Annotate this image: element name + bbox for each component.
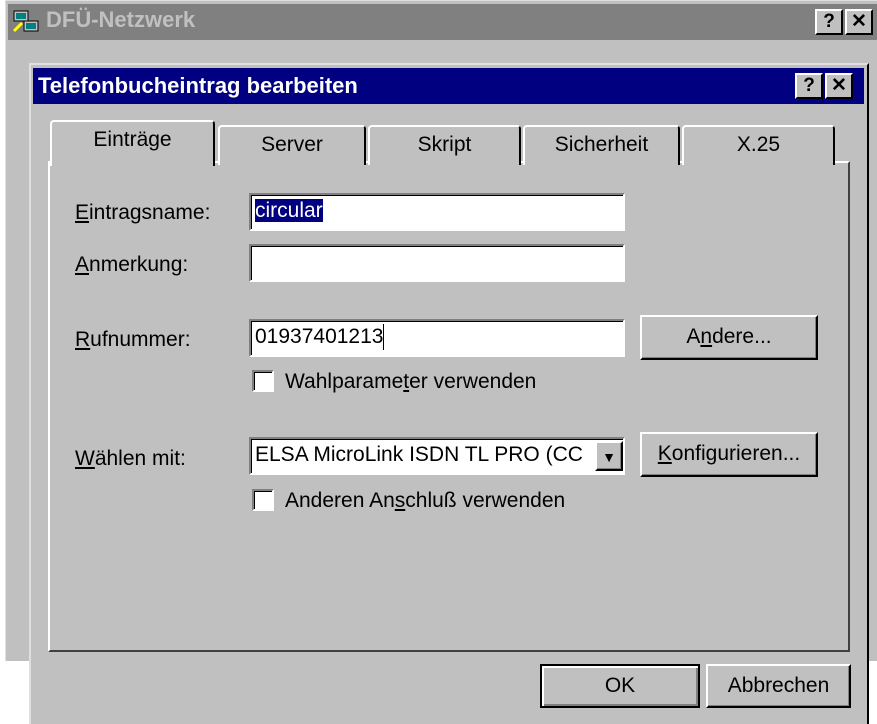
- dialog-help-button[interactable]: ?: [795, 73, 823, 99]
- phone-number-input[interactable]: 01937401213: [249, 319, 625, 357]
- background-close-button[interactable]: ✕: [845, 9, 873, 35]
- tab-x25[interactable]: X.25: [682, 125, 835, 165]
- tab-entries[interactable]: Einträge: [50, 120, 215, 166]
- dialup-network-icon: [12, 10, 39, 33]
- dialog-title: Telefonbucheintrag bearbeiten: [38, 73, 358, 98]
- use-dial-params-label: Wahlparameter verwenden: [285, 370, 537, 393]
- phone-number-label: Rufnummer:: [75, 328, 191, 351]
- tab-security[interactable]: Sicherheit: [523, 125, 680, 165]
- use-dial-params-checkbox[interactable]: [252, 370, 274, 392]
- entry-name-input[interactable]: circular: [249, 193, 625, 231]
- use-other-port-checkbox[interactable]: [252, 489, 274, 511]
- other-numbers-button[interactable]: Andere...: [640, 315, 818, 360]
- tab-panel-entries: [48, 161, 850, 652]
- note-input[interactable]: [249, 244, 625, 282]
- text-cursor: [383, 324, 385, 351]
- use-other-port-label: Anderen Anschluß verwenden: [285, 489, 566, 512]
- phone-number-value: 01937401213: [255, 325, 384, 348]
- entry-name-label: Eintragsname:: [75, 201, 211, 224]
- background-help-button[interactable]: ?: [815, 9, 843, 35]
- note-label: Anmerkung:: [75, 253, 189, 276]
- entry-name-value: circular: [255, 199, 323, 222]
- cancel-button[interactable]: Abbrechen: [706, 664, 851, 708]
- tab-script[interactable]: Skript: [368, 125, 521, 165]
- dial-with-select[interactable]: ELSA MicroLink ISDN TL PRO (CC: [249, 437, 625, 475]
- ok-button[interactable]: OK: [540, 664, 700, 708]
- dialog-close-button[interactable]: ✕: [825, 73, 853, 99]
- dial-with-label: Wählen mit:: [75, 447, 186, 470]
- chevron-down-icon[interactable]: ▼: [595, 441, 623, 471]
- tab-server[interactable]: Server: [218, 125, 366, 165]
- background-window-title: DFÜ-Netzwerk: [46, 7, 196, 32]
- configure-button[interactable]: Konfigurieren...: [640, 432, 818, 477]
